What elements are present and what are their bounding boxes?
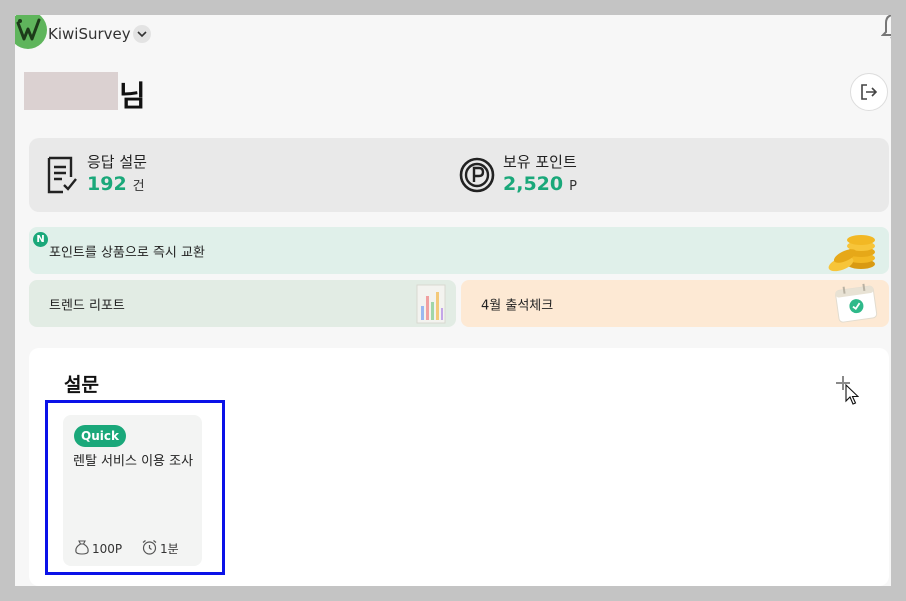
- point-coin-icon: [458, 156, 496, 198]
- exchange-banner[interactable]: N 포인트를 상품으로 즉시 교환: [29, 227, 889, 274]
- points-value: 2,520 P: [503, 173, 577, 195]
- user-name-redacted: [24, 72, 118, 110]
- app-window: KiwiSurvey 님 응답 설문 192 건 보유 포인트 2,520 P …: [15, 15, 891, 586]
- points-unit: P: [569, 179, 577, 194]
- quick-badge: Quick: [74, 425, 126, 447]
- exchange-text: 포인트를 상품으로 즉시 교환: [49, 245, 205, 260]
- survey-card[interactable]: Quick 렌탈 서비스 이용 조사 100P 1분: [63, 415, 202, 566]
- brand-name[interactable]: KiwiSurvey: [48, 25, 131, 43]
- new-badge: N: [33, 232, 48, 247]
- user-name-suffix: 님: [119, 79, 146, 113]
- duration-value: 1분: [160, 542, 179, 556]
- reward-value: 100P: [92, 541, 123, 556]
- logout-button[interactable]: [850, 73, 888, 111]
- responses-value: 192 건: [87, 173, 145, 195]
- logout-icon: [861, 84, 878, 100]
- clock-icon: [141, 539, 158, 558]
- coins-stack-icon: [825, 230, 877, 274]
- survey-card-title: 렌탈 서비스 이용 조사: [73, 454, 194, 469]
- report-chart-icon: [416, 284, 446, 327]
- attendance-text: 4월 출석체크: [481, 298, 554, 313]
- attendance-banner[interactable]: 4월 출석체크: [461, 280, 889, 327]
- bell-icon[interactable]: [880, 15, 891, 44]
- trend-text: 트렌드 리포트: [49, 298, 125, 313]
- trend-report-banner[interactable]: 트렌드 리포트: [29, 280, 456, 327]
- duration-meta: 1분: [141, 539, 179, 558]
- responses-unit: 건: [132, 179, 145, 194]
- survey-section-title: 설문: [64, 374, 99, 396]
- survey-doc-icon: [45, 155, 79, 199]
- stats-card: 응답 설문 192 건 보유 포인트 2,520 P: [29, 138, 889, 212]
- survey-panel: 설문 Quick 렌탈 서비스 이용 조사 100P 1분: [29, 348, 889, 586]
- responses-label: 응답 설문: [87, 153, 147, 171]
- money-bag-icon: [74, 539, 90, 558]
- chevron-down-icon[interactable]: [133, 25, 151, 43]
- points-label: 보유 포인트: [503, 153, 577, 171]
- reward-meta: 100P: [74, 539, 122, 558]
- calendar-check-icon: [833, 282, 881, 327]
- kiwi-logo-icon[interactable]: [15, 15, 47, 49]
- cursor-icon: [845, 383, 860, 410]
